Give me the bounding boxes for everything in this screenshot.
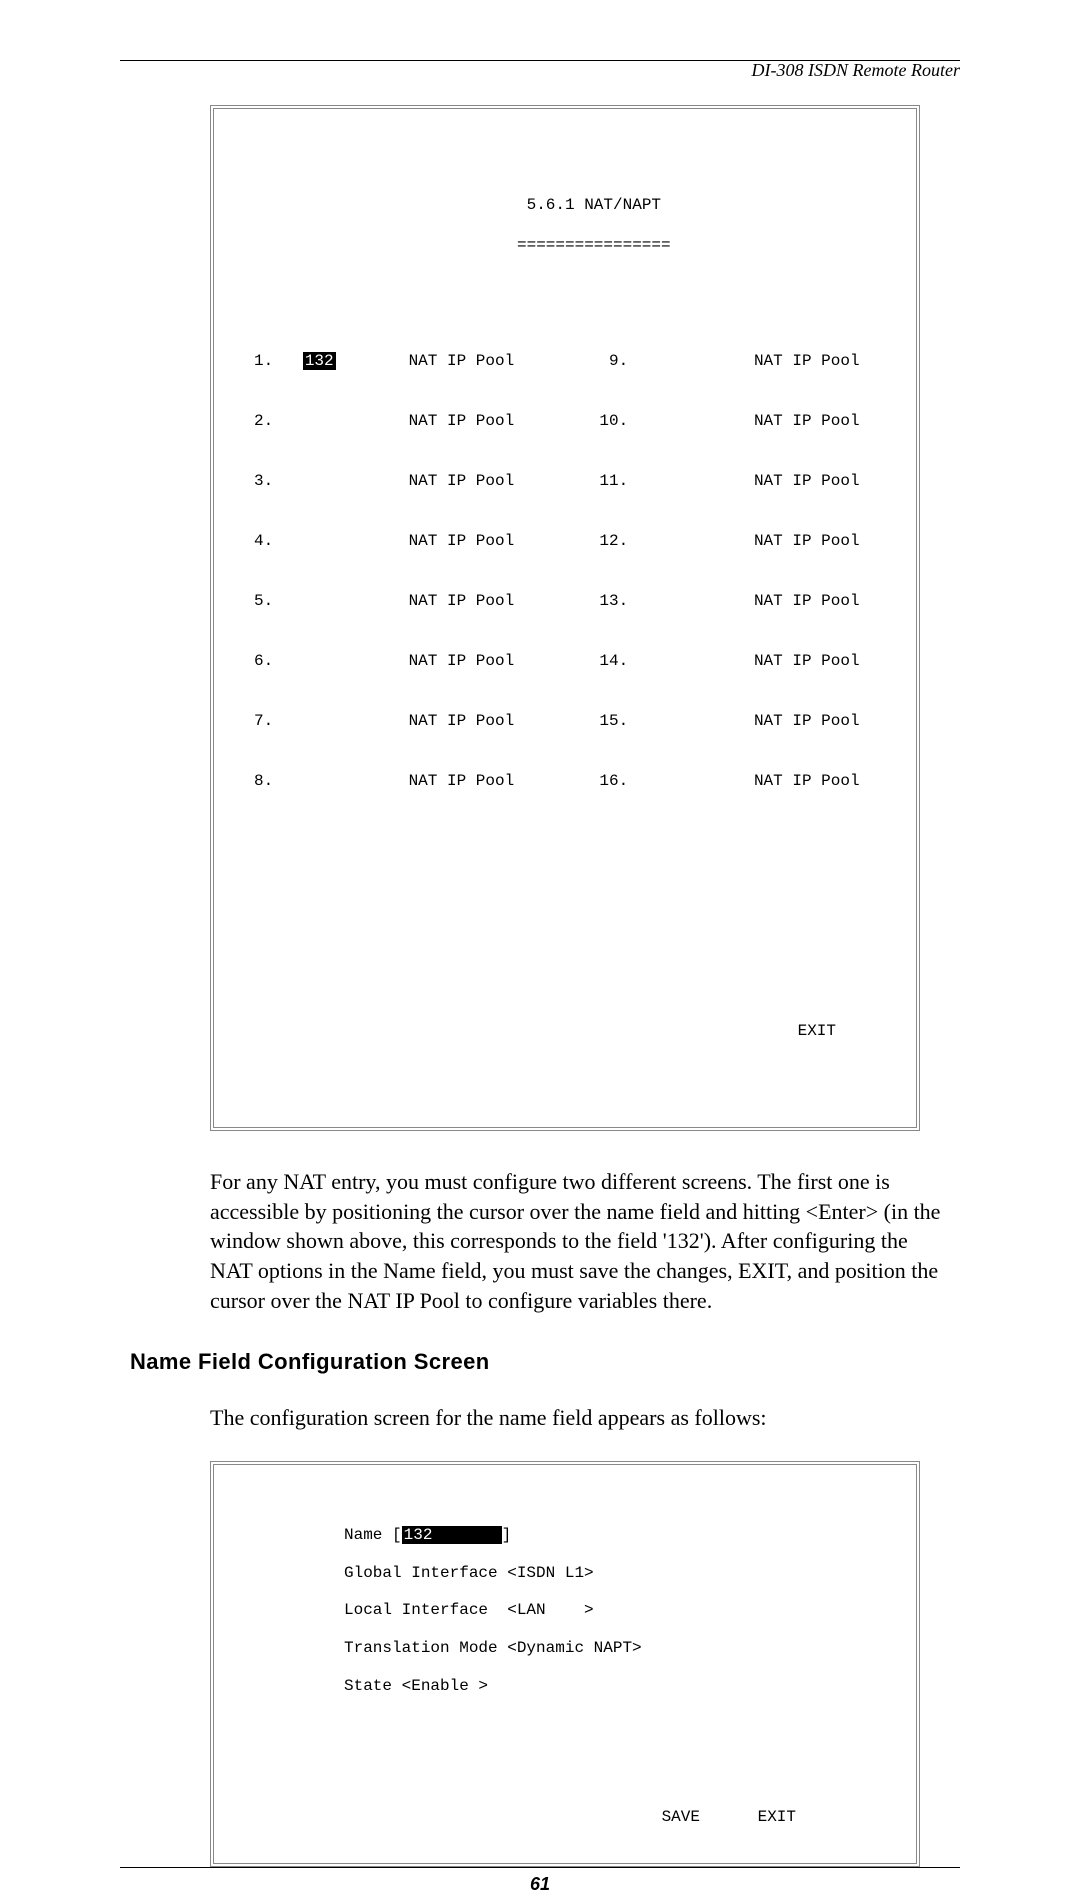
name-field[interactable] xyxy=(648,771,754,791)
page-footer: 61 xyxy=(120,1867,960,1895)
row-num: 3. xyxy=(254,471,303,491)
table-row: 1. 132 NAT IP Pool 9. NAT IP Pool xyxy=(254,351,876,371)
name-field[interactable] xyxy=(648,591,754,611)
name-field[interactable] xyxy=(648,531,754,551)
name-field[interactable] xyxy=(303,471,409,491)
page-header: DI-308 ISDN Remote Router xyxy=(120,60,960,61)
name-field[interactable] xyxy=(303,411,409,431)
row-num: 2. xyxy=(254,411,303,431)
global-interface-field[interactable]: Global Interface <ISDN L1> xyxy=(344,1563,876,1585)
save-button[interactable]: SAVE xyxy=(662,1808,700,1826)
product-title: DI-308 ISDN Remote Router xyxy=(752,60,960,81)
nat-ip-pool-link[interactable]: NAT IP Pool xyxy=(409,711,588,731)
row-num: 13. xyxy=(588,591,649,611)
name-field[interactable] xyxy=(303,771,409,791)
terminal-name-config: Name [132 ] Global Interface <ISDN L1> L… xyxy=(210,1461,920,1867)
nat-ip-pool-link[interactable]: NAT IP Pool xyxy=(409,351,588,371)
row-num: 11. xyxy=(588,471,649,491)
row-num: 7. xyxy=(254,711,303,731)
nat-ip-pool-link[interactable]: NAT IP Pool xyxy=(409,771,588,791)
local-interface-field[interactable]: Local Interface <LAN > xyxy=(344,1600,876,1622)
table-row: 5. NAT IP Pool 13. NAT IP Pool xyxy=(254,591,876,611)
nat-ip-pool-link[interactable]: NAT IP Pool xyxy=(754,351,876,371)
table-row: 2. NAT IP Pool 10. NAT IP Pool xyxy=(254,411,876,431)
name-field-row: Name [132 ] xyxy=(344,1525,876,1547)
name-field[interactable] xyxy=(648,351,754,371)
name-close: ] xyxy=(502,1526,512,1544)
nat-ip-pool-link[interactable]: NAT IP Pool xyxy=(409,651,588,671)
name-field[interactable]: 132 xyxy=(303,351,409,371)
section-heading: Name Field Configuration Screen xyxy=(130,1349,960,1375)
nat-ip-pool-link[interactable]: NAT IP Pool xyxy=(754,651,876,671)
name-field[interactable] xyxy=(303,651,409,671)
nat-ip-pool-link[interactable]: NAT IP Pool xyxy=(409,411,588,431)
nat-ip-pool-link[interactable]: NAT IP Pool xyxy=(754,771,876,791)
name-field[interactable] xyxy=(648,471,754,491)
nat-ip-pool-link[interactable]: NAT IP Pool xyxy=(754,711,876,731)
row-num: 16. xyxy=(588,771,649,791)
name-field[interactable] xyxy=(648,651,754,671)
name-input[interactable]: 132 xyxy=(402,1526,502,1544)
screen-underline: ================ xyxy=(517,236,671,254)
name-field[interactable] xyxy=(303,531,409,551)
name-label: Name [ xyxy=(344,1526,402,1544)
page-number: 61 xyxy=(530,1874,550,1894)
name-field[interactable] xyxy=(303,591,409,611)
nat-ip-pool-link[interactable]: NAT IP Pool xyxy=(754,411,876,431)
row-num: 4. xyxy=(254,531,303,551)
name-field[interactable] xyxy=(648,411,754,431)
row-num: 14. xyxy=(588,651,649,671)
screen-title: 5.6.1 NAT/NAPT xyxy=(527,196,661,214)
row-num: 6. xyxy=(254,651,303,671)
terminal-nat-list: 5.6.1 NAT/NAPT ================ 1. 132 N… xyxy=(210,105,920,1131)
row-num: 8. xyxy=(254,771,303,791)
name-value-selected[interactable]: 132 xyxy=(303,352,336,370)
table-row: 7. NAT IP Pool 15. NAT IP Pool xyxy=(254,711,876,731)
row-num: 1. xyxy=(254,351,303,371)
body-paragraph: For any NAT entry, you must configure tw… xyxy=(210,1167,950,1315)
row-num: 10. xyxy=(588,411,649,431)
nat-ip-pool-link[interactable]: NAT IP Pool xyxy=(754,591,876,611)
row-num: 15. xyxy=(588,711,649,731)
table-row: 8. NAT IP Pool 16. NAT IP Pool xyxy=(254,771,876,791)
nat-ip-pool-link[interactable]: NAT IP Pool xyxy=(754,531,876,551)
translation-mode-field[interactable]: Translation Mode <Dynamic NAPT> xyxy=(344,1638,876,1660)
row-num: 5. xyxy=(254,591,303,611)
table-row: 6. NAT IP Pool 14. NAT IP Pool xyxy=(254,651,876,671)
nat-ip-pool-link[interactable]: NAT IP Pool xyxy=(409,531,588,551)
exit-button[interactable]: EXIT xyxy=(254,1021,876,1041)
table-row: 3. NAT IP Pool 11. NAT IP Pool xyxy=(254,471,876,491)
name-field[interactable] xyxy=(648,711,754,731)
nat-ip-pool-link[interactable]: NAT IP Pool xyxy=(409,591,588,611)
exit-button[interactable]: EXIT xyxy=(758,1808,796,1826)
terminal-title: 5.6.1 NAT/NAPT ================ xyxy=(254,175,876,275)
body-paragraph: The configuration screen for the name fi… xyxy=(210,1403,950,1433)
row-num: 9. xyxy=(588,351,649,371)
name-field[interactable] xyxy=(303,711,409,731)
row-num: 12. xyxy=(588,531,649,551)
state-field[interactable]: State <Enable > xyxy=(344,1676,876,1698)
table-row: 4. NAT IP Pool 12. NAT IP Pool xyxy=(254,531,876,551)
nat-ip-pool-link[interactable]: NAT IP Pool xyxy=(409,471,588,491)
nat-ip-pool-link[interactable]: NAT IP Pool xyxy=(754,471,876,491)
